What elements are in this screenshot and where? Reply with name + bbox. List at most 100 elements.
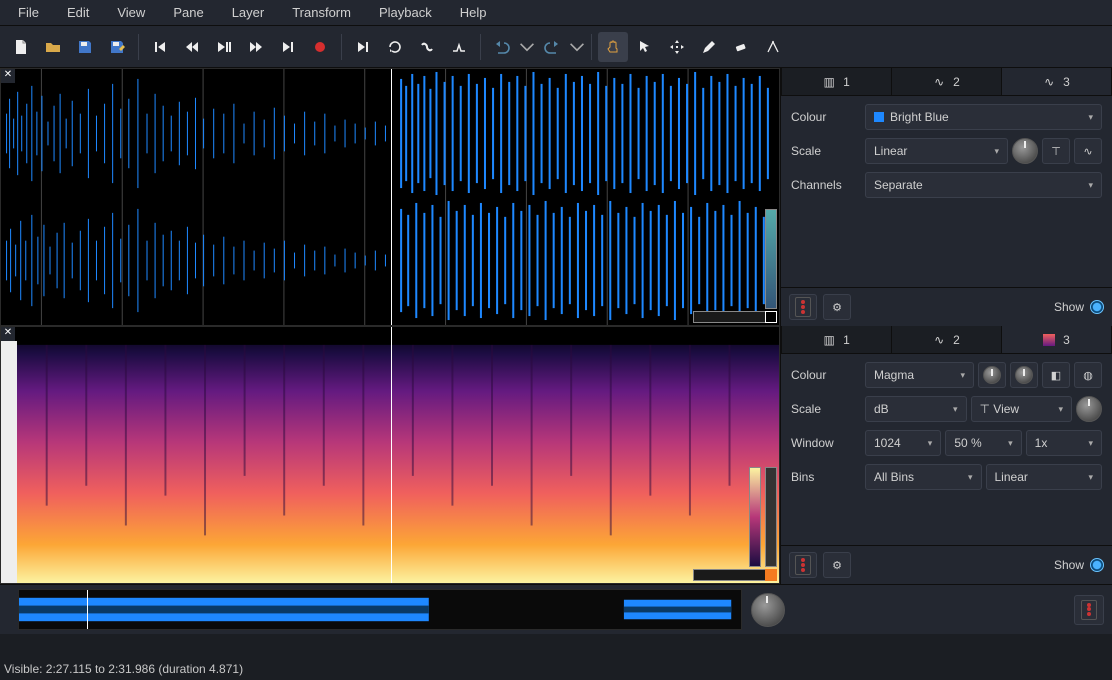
window-label: Window [791,436,859,450]
save-as-icon[interactable] [102,32,132,62]
threshold-knob-a[interactable] [978,362,1006,388]
spectrogram-pane[interactable]: ✕ [0,326,780,584]
spectro-tab-1[interactable]: ▥1 [781,326,892,353]
pencil-tool-icon[interactable] [694,32,724,62]
menu-pane[interactable]: Pane [159,2,217,23]
bins-scale-select[interactable]: Linear▾ [986,464,1103,490]
hand-tool-icon[interactable] [598,32,628,62]
overview-pane[interactable] [18,589,742,630]
colour-scale-spectrogram[interactable] [749,467,761,567]
play-pause-icon[interactable] [209,32,239,62]
menu-help[interactable]: Help [446,2,501,23]
spectro-gain-knob[interactable] [1076,396,1102,422]
spectro-scale-label: Scale [791,402,859,416]
vertical-zoom-waveform[interactable] [765,209,777,309]
layer-led-button[interactable] [789,294,817,320]
window-oversample-select[interactable]: 1x▾ [1026,430,1102,456]
channels-select[interactable]: Separate▾ [865,172,1102,198]
waveform-pane[interactable]: ✕ [0,68,780,326]
normalize-button[interactable]: ⊤ [1042,138,1070,164]
waveform-tab-2[interactable]: ∿2 [892,68,1002,95]
vertical-zoom-spectrogram[interactable] [765,467,777,567]
spectro-tab-2[interactable]: ∿2 [892,326,1002,353]
spectro-tab-3[interactable]: 3 [1002,326,1112,353]
scale-select[interactable]: Linear▾ [865,138,1008,164]
ruler-icon: ▥ [823,76,835,88]
spectrogram-axis [1,341,17,583]
close-pane-icon[interactable]: ✕ [1,327,15,341]
colour-cycle-btn[interactable]: ◍ [1074,362,1102,388]
spectrogram-display [17,327,779,583]
waveform-tab-1[interactable]: ▥1 [781,68,892,95]
close-pane-icon[interactable]: ✕ [1,69,15,83]
colour-swatch [874,112,884,122]
channels-label: Channels [791,178,859,192]
show-toggle[interactable] [1090,300,1104,314]
show-toggle[interactable] [1090,558,1104,572]
loop-icon[interactable] [380,32,410,62]
pane-corner-icon[interactable] [765,311,777,323]
menu-file[interactable]: File [4,2,53,23]
playhead[interactable] [391,69,392,325]
main-area: ✕ [0,68,1112,658]
undo-drop-icon[interactable] [519,32,535,62]
waveform-properties-panel: ▥1 ∿2 ∿3 Colour Bright Blue▾ Scale Linea… [780,68,1112,326]
new-file-icon[interactable] [6,32,36,62]
solo-icon[interactable] [412,32,442,62]
layer-led-button[interactable] [789,552,817,578]
overview-playhead[interactable] [87,590,88,629]
skip-end-icon[interactable] [273,32,303,62]
spectro-view-select[interactable]: ⊤ View▾ [971,396,1073,422]
spectro-colour-select[interactable]: Magma▾ [865,362,974,388]
eraser-tool-icon[interactable] [726,32,756,62]
pane-corner-icon[interactable] [765,569,777,581]
fast-forward-icon[interactable] [241,32,271,62]
measure-tool-icon[interactable] [758,32,788,62]
window-overlap-select[interactable]: 50 %▾ [945,430,1021,456]
gear-icon: ⚙ [832,559,842,572]
colour-invert-btn[interactable]: ◧ [1042,362,1070,388]
scale-label: Scale [791,144,859,158]
menu-transform[interactable]: Transform [278,2,365,23]
undo-icon[interactable] [487,32,517,62]
record-icon[interactable] [305,32,335,62]
overview-led-button[interactable] [1074,595,1104,625]
window-size-select[interactable]: 1024▾ [865,430,941,456]
menu-view[interactable]: View [103,2,159,23]
save-file-icon[interactable] [70,32,100,62]
bins-mode-select[interactable]: All Bins▾ [865,464,982,490]
align-icon[interactable] [444,32,474,62]
colour-label: Colour [791,110,859,124]
colour-select[interactable]: Bright Blue▾ [865,104,1102,130]
show-label: Show [1054,558,1084,572]
menu-edit[interactable]: Edit [53,2,103,23]
spectrogram-properties-panel: ▥1 ∿2 3 Colour Magma▾ ◧ ◍ Scale dB▾ ⊤ Vi… [780,326,1112,584]
waveform-icon: ∿ [1043,76,1055,88]
pointer-tool-icon[interactable] [630,32,660,62]
open-file-icon[interactable] [38,32,68,62]
spectro-scale-select[interactable]: dB▾ [865,396,967,422]
redo-drop-icon[interactable] [569,32,585,62]
waveform-tab-3[interactable]: ∿3 [1002,68,1112,95]
show-label: Show [1054,300,1084,314]
threshold-knob-b[interactable] [1010,362,1038,388]
playhead[interactable] [391,327,392,583]
menu-playback[interactable]: Playback [365,2,446,23]
redo-icon[interactable] [537,32,567,62]
gear-icon: ⚙ [832,301,842,314]
gain-knob[interactable] [1012,138,1038,164]
toolbar [0,26,1112,68]
layer-settings-button[interactable]: ⚙ [823,552,851,578]
play-selection-icon[interactable] [348,32,378,62]
menubar: File Edit View Pane Layer Transform Play… [0,0,1112,26]
move-tool-icon[interactable] [662,32,692,62]
layer-settings-button[interactable]: ⚙ [823,294,851,320]
status-bar: Visible: 2:27.115 to 2:31.986 (duration … [0,658,1112,680]
status-text: Visible: 2:27.115 to 2:31.986 (duration … [4,662,243,676]
menu-layer[interactable]: Layer [218,2,279,23]
playback-speed-knob[interactable] [751,593,785,627]
waveform-small-icon: ∿ [933,334,945,346]
skip-start-icon[interactable] [145,32,175,62]
invert-button[interactable]: ∿ [1074,138,1102,164]
rewind-icon[interactable] [177,32,207,62]
